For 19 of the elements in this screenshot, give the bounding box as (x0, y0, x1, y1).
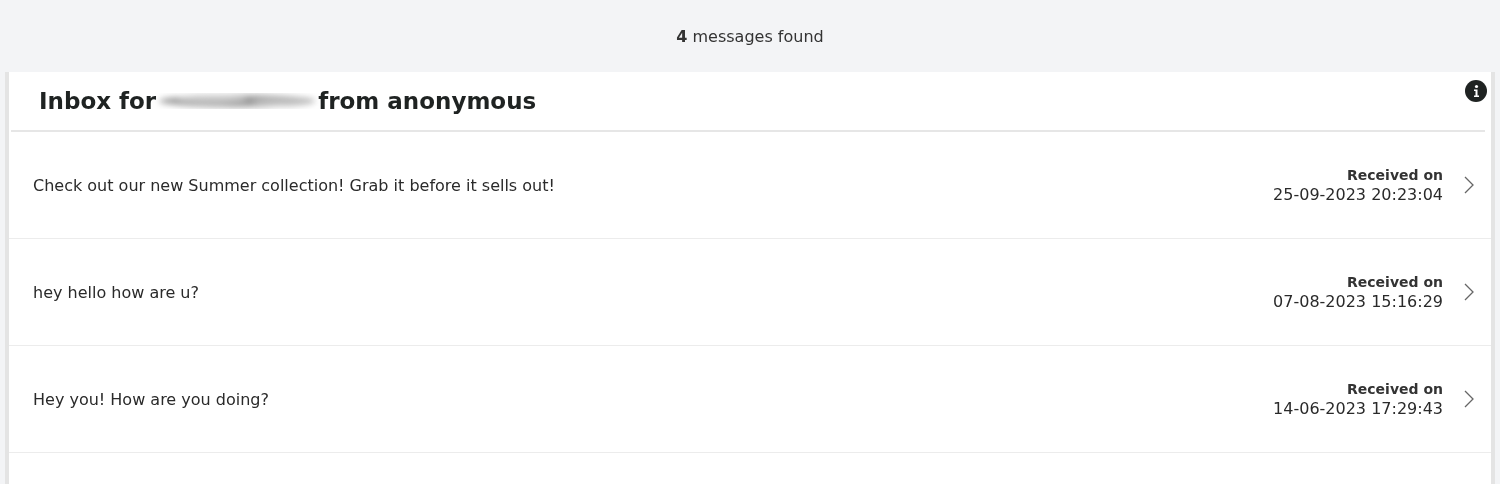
received-date: 25-09-2023 20:23:04 (1273, 184, 1443, 204)
message-text: Hey you! How are you doing? (33, 389, 270, 409)
chevron-right-icon (1463, 175, 1475, 195)
received-label: Received on (1347, 166, 1443, 183)
message-row[interactable]: Hey you! How are you doing? Received on 14-06-2023 17:29:43 (9, 346, 1491, 453)
received-label: Received on (1347, 380, 1443, 397)
chevron-right-icon (1463, 389, 1475, 409)
inbox-title: Inbox for (39, 88, 157, 114)
message-row[interactable]: Check out our new Summer collection! Grab it before it sells out! Received on 25-09-2023 20:23:04 (9, 132, 1491, 239)
received-label: Received on (1347, 273, 1443, 290)
chevron-right-icon (1463, 282, 1475, 302)
inbox-title-suffix: from anonymous (318, 88, 537, 114)
messages-found-count: 4 messages found (676, 26, 824, 46)
message-row[interactable]: hey hello how are u? Received on 07-08-2023 15:16:29 (9, 239, 1491, 346)
received-date: 07-08-2023 15:16:29 (1273, 291, 1443, 311)
message-text: hey hello how are u? (33, 282, 200, 302)
info-icon[interactable] (1465, 80, 1487, 102)
received-date: 14-06-2023 17:29:43 (1273, 398, 1443, 418)
message-text: Check out our new Summer collection! Grab it before it sells out! (33, 175, 556, 195)
